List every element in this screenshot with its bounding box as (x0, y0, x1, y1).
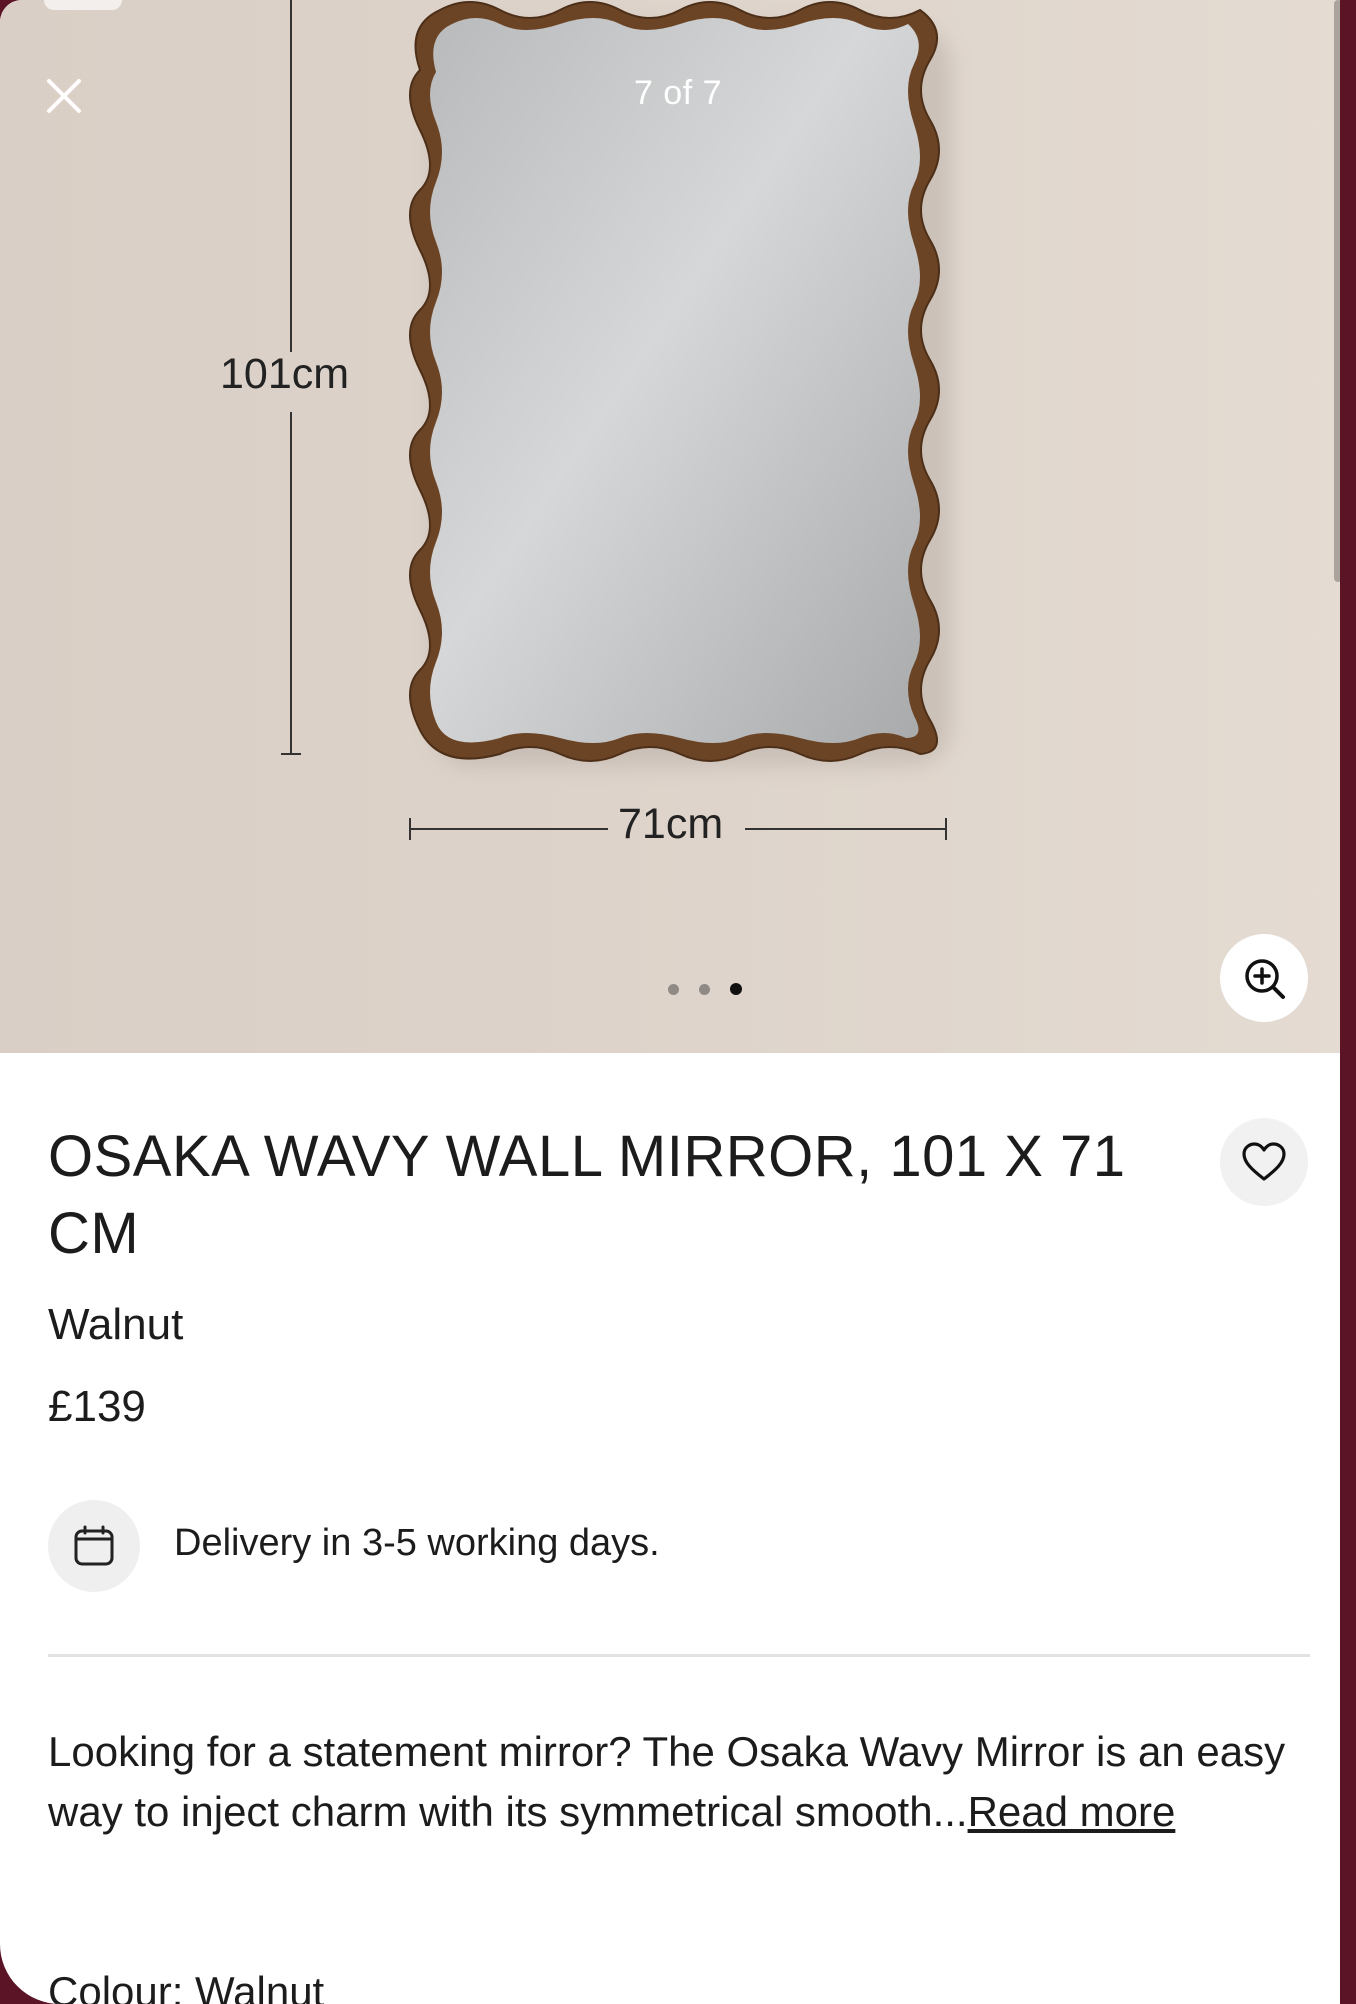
product-title: OSAKA WAVY WALL MIRROR, 101 X 71 CM (48, 1124, 1126, 1266)
carousel-dots[interactable] (668, 983, 742, 995)
carousel-dot[interactable] (699, 983, 710, 995)
height-dimension-label: 101cm (220, 350, 350, 398)
sheet-handle (44, 0, 122, 10)
zoom-button[interactable] (1220, 934, 1308, 1022)
image-counter: 7 of 7 (633, 74, 723, 112)
carousel-dot-active[interactable] (730, 983, 742, 995)
delivery-icon-badge (48, 1500, 140, 1592)
calendar-icon (74, 1525, 114, 1566)
colour-selector-label: Colour: Walnut (48, 1968, 325, 2004)
read-more-link[interactable]: Read more (968, 1788, 1176, 1835)
mirror-image (281, 0, 952, 840)
mirror-glass (430, 18, 920, 743)
product-card: 7 of 7 101cm 71cm OSAKA WAVY WALL MIRROR… (0, 0, 1340, 2004)
product-price: £139 (48, 1382, 146, 1431)
heart-icon (1242, 1142, 1286, 1181)
divider (48, 1654, 1310, 1657)
product-description: Looking for a statement mirror? The Osak… (48, 1722, 1310, 1842)
favourite-button[interactable] (1220, 1118, 1308, 1206)
width-dimension-label: 71cm (618, 800, 724, 848)
product-colour: Walnut (48, 1300, 184, 1349)
delivery-info: Delivery in 3-5 working days. (174, 1522, 660, 1564)
carousel-dot[interactable] (668, 983, 679, 995)
product-image-gallery[interactable]: 7 of 7 101cm 71cm (0, 0, 1340, 1053)
scrollbar[interactable] (1334, 0, 1340, 582)
zoom-in-icon (1245, 959, 1285, 999)
